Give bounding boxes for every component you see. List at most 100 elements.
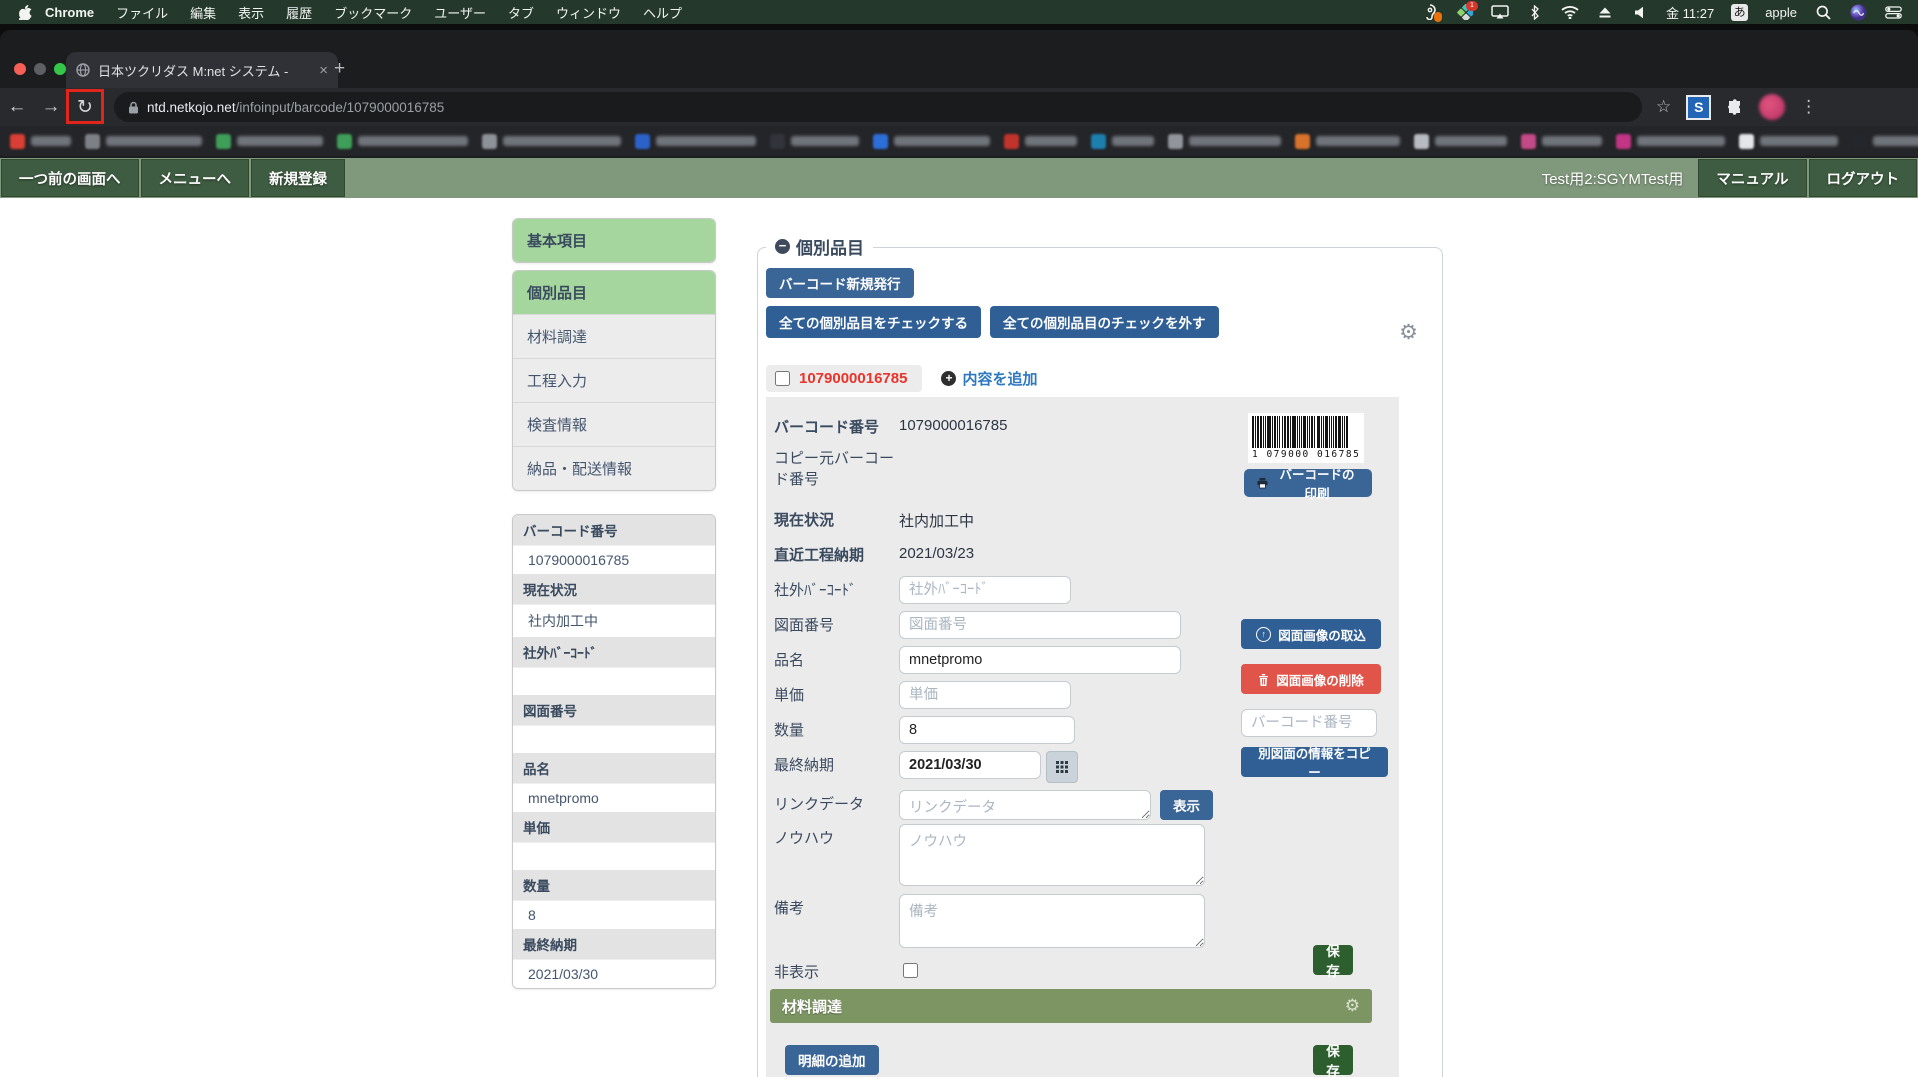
bookmark-item[interactable] (635, 134, 756, 149)
remarks-textarea[interactable] (899, 894, 1205, 948)
minimize-window-button[interactable] (34, 63, 46, 75)
extension-s-icon[interactable]: S (1686, 95, 1711, 120)
add-detail-button[interactable]: 明細の追加 (785, 1045, 879, 1075)
menubar-clock[interactable]: 金 11:27 (1666, 3, 1714, 22)
hearing-status-icon[interactable] (1421, 4, 1439, 20)
material-save-button[interactable]: 保存 (1313, 1045, 1353, 1075)
barcode-number-input[interactable] (1241, 709, 1377, 737)
bookmark-item[interactable] (1739, 134, 1838, 149)
apple-logo-icon[interactable] (16, 4, 34, 20)
bluetooth-icon[interactable] (1526, 4, 1544, 20)
calendar-picker-button[interactable] (1046, 751, 1078, 783)
item-form: バーコード番号 1079000016785 コピー元バーコード番号 現在状況 社… (774, 413, 1244, 983)
menu-help[interactable]: ヘルプ (632, 3, 693, 22)
menubar-account-name[interactable]: apple (1765, 5, 1797, 20)
lock-icon[interactable] (128, 101, 139, 114)
item-checkbox[interactable] (775, 371, 790, 386)
wifi-icon[interactable] (1561, 4, 1579, 20)
settings-gear-icon[interactable]: ⚙ (1399, 320, 1418, 345)
collapse-icon[interactable]: − (775, 239, 790, 254)
close-window-button[interactable] (14, 63, 26, 75)
menu-history[interactable]: 履歴 (275, 3, 323, 22)
bookmark-item[interactable] (1616, 134, 1725, 149)
browser-tab[interactable]: 日本ツクリダス M:net システム - × (66, 52, 338, 88)
sidebar-item-process[interactable]: 工程入力 (513, 358, 715, 402)
link-data-input[interactable] (899, 790, 1151, 820)
sidebar-item-delivery[interactable]: 納品・配送情報 (513, 446, 715, 490)
delete-drawing-image-button[interactable]: 図面画像の削除 (1241, 664, 1381, 694)
menu-window[interactable]: ウィンドウ (545, 3, 632, 22)
bookmark-item[interactable] (1521, 134, 1602, 149)
bookmark-item[interactable] (873, 134, 990, 149)
sidebar-item-basic[interactable]: 基本項目 (513, 219, 715, 262)
external-barcode-input[interactable] (899, 576, 1071, 604)
zoom-window-button[interactable] (54, 63, 66, 75)
import-drawing-image-button[interactable]: ↑ 図面画像の取込 (1241, 619, 1381, 649)
menubar-app-name[interactable]: Chrome (34, 5, 105, 20)
bookmark-star-icon[interactable]: ☆ (1656, 97, 1671, 117)
sidebar-item-material[interactable]: 材料調達 (513, 314, 715, 358)
uncheck-all-button[interactable]: 全ての個別品目のチェックを外す (990, 306, 1219, 338)
barcode-number-label: バーコード番号 (774, 413, 899, 438)
material-settings-gear-icon[interactable]: ⚙ (1345, 996, 1360, 1016)
forward-button[interactable]: → (34, 96, 68, 118)
final-due-date-input[interactable] (899, 751, 1041, 779)
bookmark-item[interactable] (770, 134, 859, 149)
volume-icon[interactable] (1631, 4, 1649, 20)
bookmark-item[interactable] (1852, 134, 1918, 149)
control-center-icon[interactable] (1884, 4, 1902, 20)
extensions-puzzle-icon[interactable] (1726, 98, 1744, 116)
nav-menu-button[interactable]: メニューへ (141, 159, 250, 197)
profile-avatar[interactable] (1759, 94, 1785, 120)
copy-drawing-info-button[interactable]: 別図面の情報をコピー (1241, 747, 1388, 777)
summary-value (513, 842, 715, 870)
bookmark-item[interactable] (10, 134, 71, 149)
bookmark-item[interactable] (482, 134, 621, 149)
menu-file[interactable]: ファイル (105, 3, 179, 22)
menu-view[interactable]: 表示 (227, 3, 275, 22)
nav-new-registration-button[interactable]: 新規登録 (251, 159, 345, 197)
menu-users[interactable]: ユーザー (423, 3, 497, 22)
spotlight-search-icon[interactable] (1814, 4, 1832, 20)
drawing-number-input[interactable] (899, 611, 1181, 639)
nav-logout-button[interactable]: ログアウト (1809, 159, 1918, 197)
eject-icon[interactable] (1596, 4, 1614, 20)
address-bar[interactable]: ntd.netkojo.net/infoinput/barcode/107900… (114, 92, 1642, 122)
bookmark-item[interactable] (85, 134, 202, 149)
bookmark-label-redacted (106, 136, 202, 146)
nav-previous-screen-button[interactable]: 一つ前の画面へ (1, 159, 139, 197)
hidden-checkbox[interactable] (903, 963, 918, 978)
new-barcode-button[interactable]: バーコード新規発行 (766, 268, 914, 298)
print-barcode-button[interactable]: バーコードの印刷 (1244, 469, 1372, 497)
browser-menu-icon[interactable]: ⋮ (1800, 97, 1817, 117)
unit-price-input[interactable] (899, 681, 1071, 709)
app-status-icon[interactable]: 1 (1456, 4, 1474, 20)
show-button[interactable]: 表示 (1160, 790, 1213, 820)
bookmark-item[interactable] (1091, 134, 1154, 149)
bookmark-item[interactable] (1004, 134, 1077, 149)
save-button[interactable]: 保存 (1313, 945, 1353, 975)
back-button[interactable]: ← (0, 96, 34, 118)
tab-close-icon[interactable]: × (319, 62, 328, 79)
siri-icon[interactable] (1849, 4, 1867, 20)
sidebar-item-individual-active[interactable]: 個別品目 (513, 271, 715, 314)
nav-manual-button[interactable]: マニュアル (1698, 159, 1806, 197)
item-name-input[interactable] (899, 646, 1181, 674)
bookmark-item[interactable] (337, 134, 468, 149)
bookmark-item[interactable] (1414, 134, 1507, 149)
menu-tab[interactable]: タブ (497, 3, 545, 22)
bookmark-item[interactable] (216, 134, 323, 149)
knowhow-textarea[interactable] (899, 824, 1205, 886)
bookmark-item[interactable] (1295, 134, 1400, 149)
add-content-link[interactable]: + 内容を追加 (941, 368, 1037, 389)
check-all-button[interactable]: 全ての個別品目をチェックする (766, 306, 981, 338)
sidebar-item-inspection[interactable]: 検査情報 (513, 402, 715, 446)
menu-edit[interactable]: 編集 (179, 3, 227, 22)
material-procurement-header[interactable]: 材料調達 ⚙ (770, 989, 1372, 1023)
new-tab-button[interactable]: + (334, 58, 345, 80)
input-method-badge[interactable]: あ (1731, 4, 1748, 21)
bookmark-item[interactable] (1168, 134, 1281, 149)
quantity-input[interactable] (899, 716, 1075, 744)
menu-bookmarks[interactable]: ブックマーク (323, 3, 423, 22)
display-mirroring-icon[interactable] (1491, 4, 1509, 20)
